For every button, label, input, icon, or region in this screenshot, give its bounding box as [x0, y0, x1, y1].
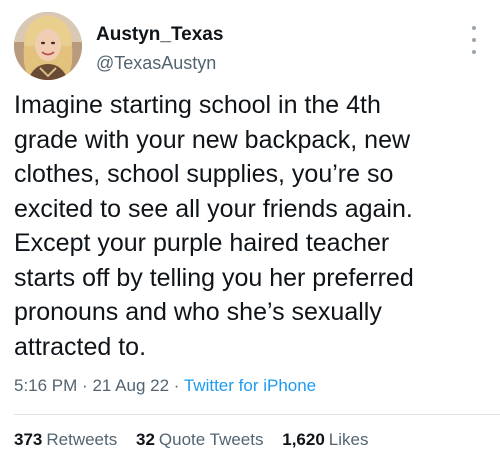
tweet-text-line: Except your purple haired teacher — [14, 229, 390, 257]
tweet-time[interactable]: 5:16 PM — [14, 376, 77, 395]
retweets-label: Retweets — [46, 430, 118, 449]
tweet-text-line: clothes, school supplies, you’re so — [14, 160, 394, 188]
dot — [472, 26, 476, 30]
quote-tweets-stat[interactable]: 32 Quote Tweets — [136, 430, 264, 449]
retweets-count: 373 — [14, 430, 43, 449]
tweet-text-line: grade with your new backpack, new — [14, 125, 411, 154]
avatar-image — [14, 12, 82, 80]
tweet-meta: 5:16 PM · 21 Aug 22 · Twitter for iPhone — [14, 376, 316, 396]
author-handle[interactable]: @TexasAustyn — [96, 53, 216, 74]
meta-separator: · — [82, 376, 88, 395]
likes-label: Likes — [328, 430, 369, 449]
tweet-text-line: Imagine starting school in the 4th — [14, 91, 381, 119]
dot — [472, 38, 476, 42]
tweet-text-line: attracted to. — [14, 332, 147, 361]
tweet-date[interactable]: 21 Aug 22 — [92, 376, 169, 395]
engagement-stats: 373 Retweets 32 Quote Tweets 1,620 Likes — [14, 430, 382, 450]
tweet-text-line: pronouns and who she’s sexually — [14, 298, 382, 326]
tweet-text: Imagine starting school in the 4th grade… — [14, 88, 492, 364]
quote-tweets-label: Quote Tweets — [158, 430, 264, 449]
author-display-name[interactable]: Austyn_Texas — [96, 24, 223, 46]
likes-stat[interactable]: 1,620 Likes — [282, 430, 368, 449]
divider — [14, 414, 500, 415]
quote-tweets-count: 32 — [135, 430, 155, 449]
tweet-card: Austyn_Texas @TexasAustyn Imagine starti… — [0, 0, 500, 466]
dot — [472, 50, 476, 54]
tweet-text-line: starts off by telling you her preferred — [14, 263, 414, 292]
tweet-source-link[interactable]: Twitter for iPhone — [184, 376, 316, 395]
retweets-stat[interactable]: 373 Retweets — [14, 430, 117, 449]
likes-count: 1,620 — [282, 430, 325, 449]
meta-separator: · — [173, 376, 180, 395]
avatar[interactable] — [14, 12, 82, 80]
more-options-icon[interactable] — [466, 26, 482, 54]
tweet-text-line: excited to see all your friends again. — [14, 194, 413, 223]
